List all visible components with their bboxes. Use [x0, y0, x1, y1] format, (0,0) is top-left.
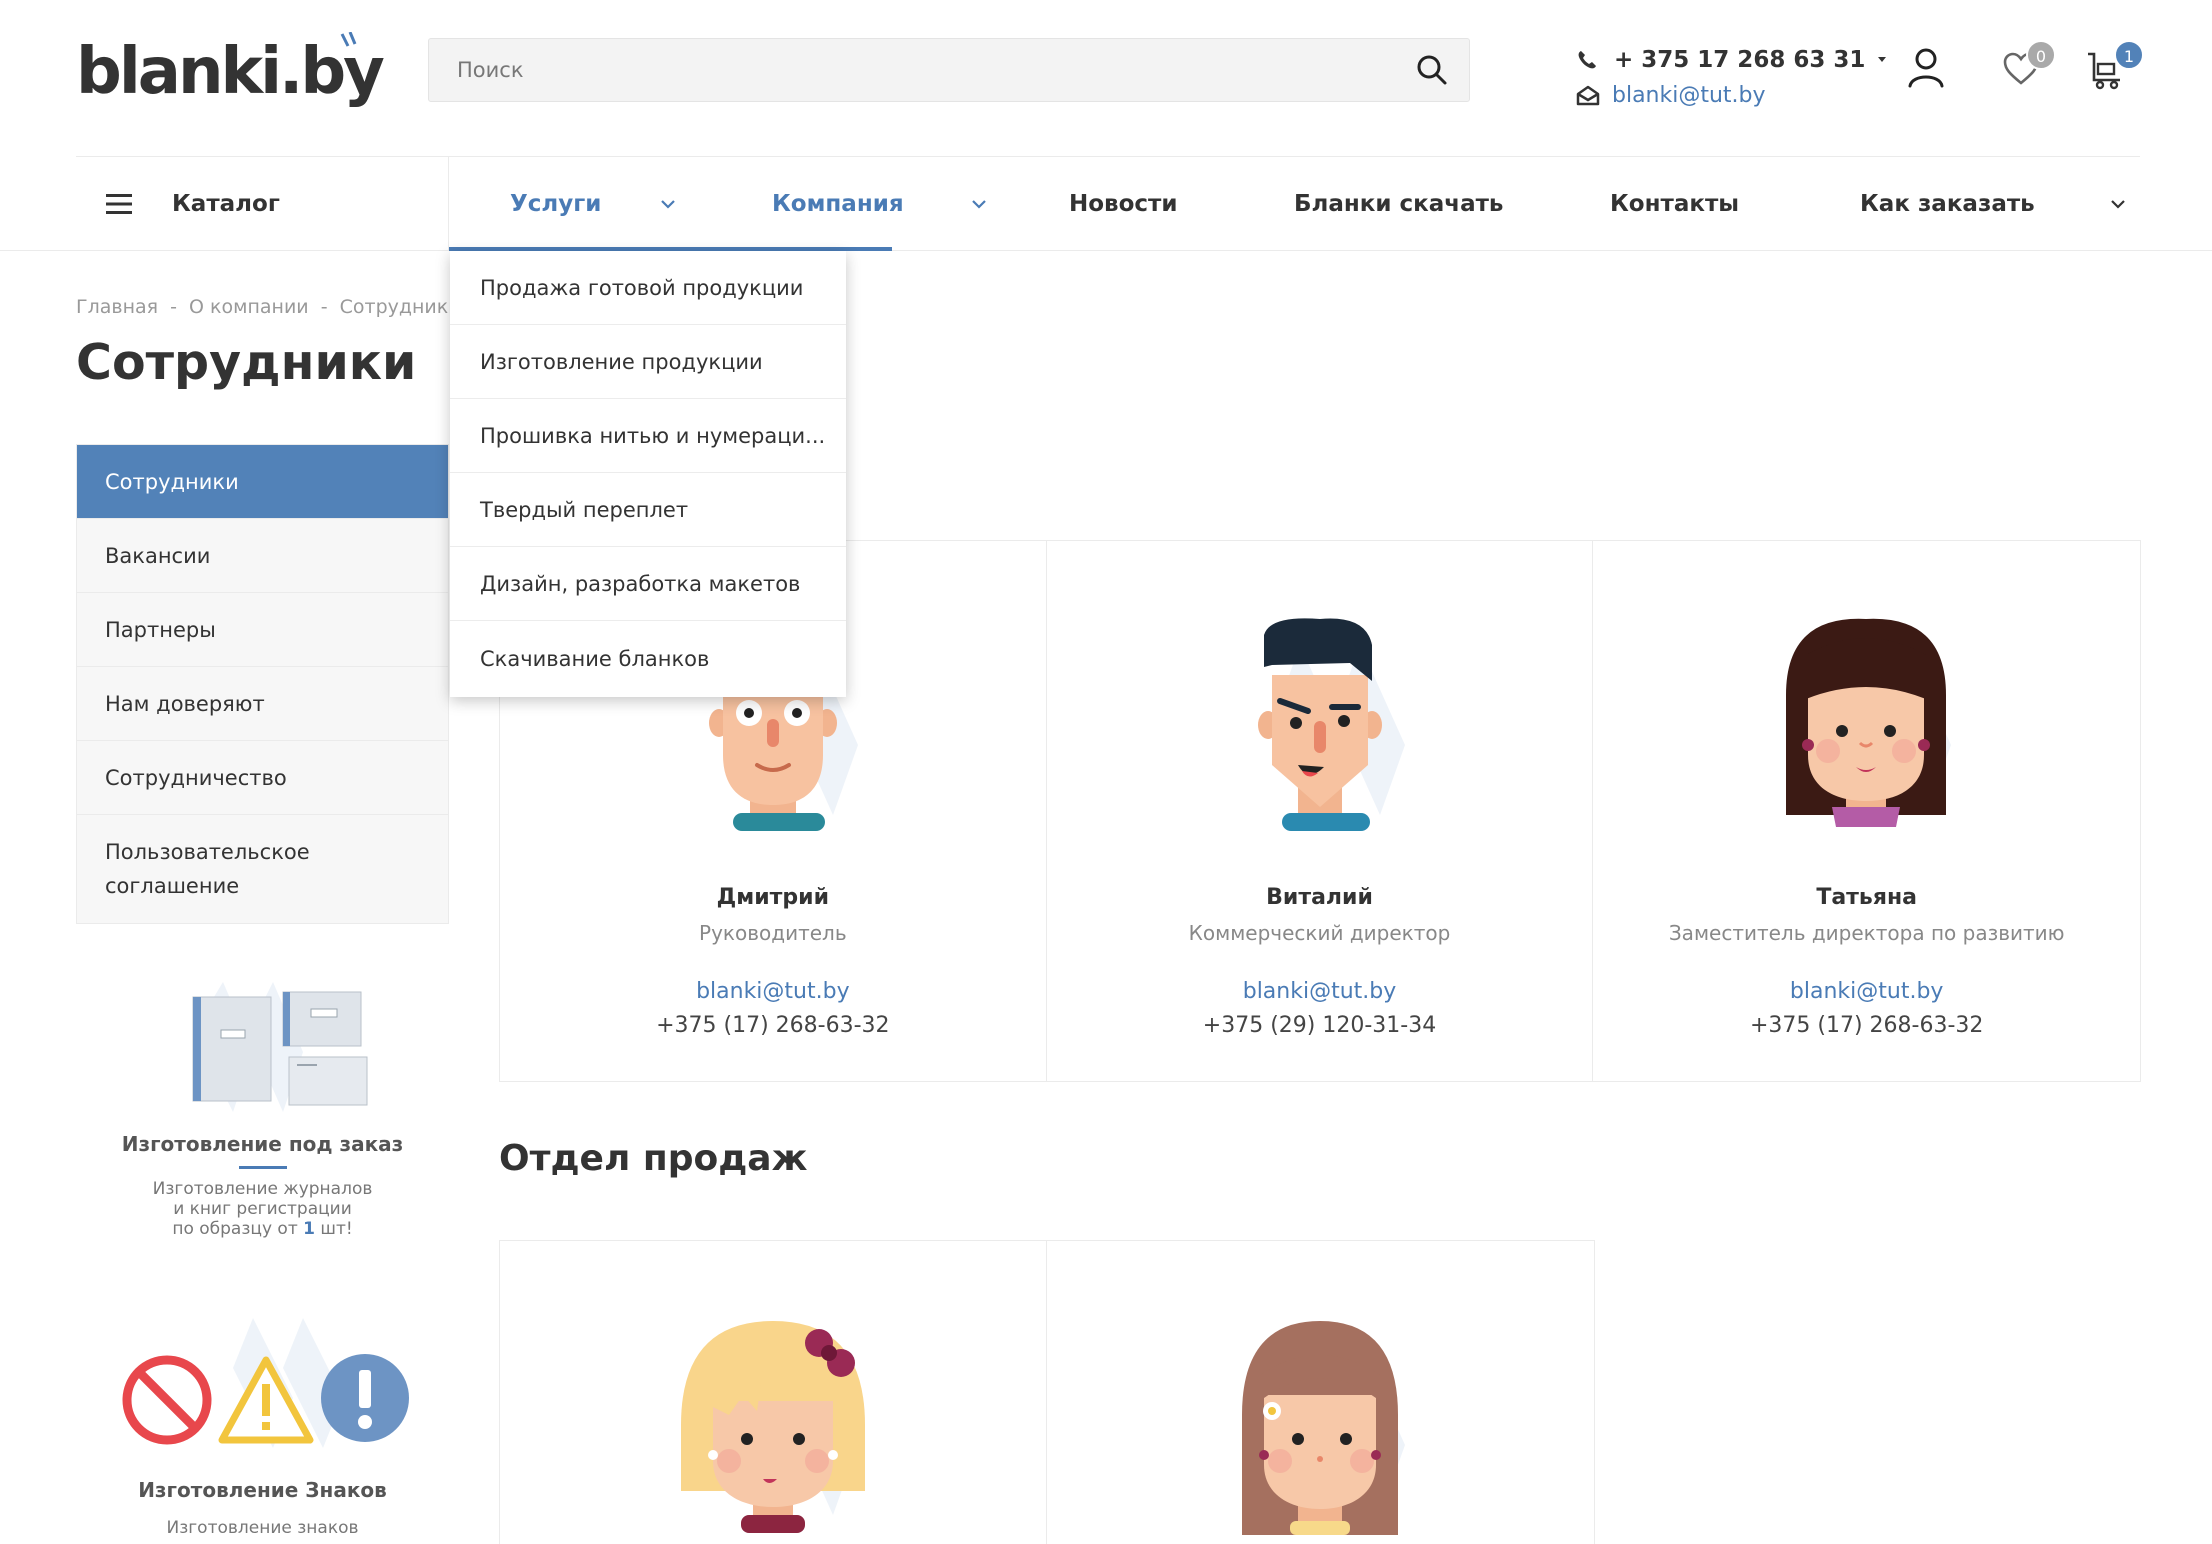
page-title: Сотрудники: [76, 334, 417, 391]
logo[interactable]: blanki.by: [76, 32, 385, 109]
logo-text: blanki: [76, 35, 282, 109]
search-box: [428, 38, 1470, 102]
header-contacts: + 375 17 268 63 31 blanki@tut.by: [1576, 42, 1887, 112]
employee-name: Татьяна: [1816, 885, 1918, 910]
employee-phone[interactable]: +375 (17) 268-63-32: [500, 1013, 1046, 1038]
breadcrumb-separator: -: [170, 296, 177, 318]
promo-line-3a: по образцу от: [172, 1219, 298, 1239]
side-item-agreement[interactable]: Пользовательское соглашение: [77, 815, 448, 923]
nav-howto[interactable]: Как заказать: [1860, 157, 2125, 251]
promo-signs[interactable]: Изготовление Знаков Изготовление знаков: [76, 1318, 449, 1538]
dropdown-item[interactable]: Изготовление продукции: [450, 325, 846, 399]
nav-services-label: Услуги: [510, 191, 602, 217]
promo-line-3b: 1: [303, 1219, 315, 1239]
breadcrumb: Главная - О компании - Сотрудники: [76, 296, 461, 318]
header-phone[interactable]: + 375 17 268 63 31: [1614, 47, 1865, 73]
nav-news[interactable]: Новости: [1069, 157, 1178, 251]
nav-company[interactable]: Компания: [772, 157, 986, 251]
burger-icon: [106, 194, 132, 214]
promo-title: Изготовление Знаков: [138, 1478, 387, 1502]
logo-mark-icon: [340, 32, 357, 47]
side-item-trust[interactable]: Нам доверяют: [77, 667, 448, 741]
mail-icon: [1576, 85, 1600, 106]
promo-underline: [238, 1166, 287, 1169]
employee-card: [500, 1241, 1047, 1544]
promo-subtitle: Изготовление журналов и книг регистрации…: [76, 1179, 449, 1239]
services-dropdown: Продажа готовой продукции Изготовление п…: [450, 251, 846, 697]
promo-subtitle: Изготовление знаков: [166, 1518, 359, 1538]
promo-line-1: Изготовление журналов: [152, 1179, 373, 1199]
signs-illustration: [122, 1318, 409, 1448]
journals-illustration: [192, 982, 367, 1112]
avatar: [1257, 618, 1405, 831]
employee-email[interactable]: blanki@tut.by: [1593, 979, 2140, 1004]
nav-catalog-label: Каталог: [172, 191, 280, 217]
dropdown-item[interactable]: Дизайн, разработка макетов: [450, 547, 846, 621]
employee-name: Дмитрий: [716, 885, 829, 910]
promo-title: Изготовление под заказ: [121, 1132, 404, 1156]
cart[interactable]: 1: [2086, 40, 2150, 96]
chevron-down-icon: [971, 199, 986, 209]
logo-domain: .by: [279, 35, 385, 109]
sales-grid: [499, 1240, 1595, 1544]
side-item-vacancies[interactable]: Вакансии: [77, 519, 448, 593]
employee-card: Виталий Коммерческий директор blanki@tut…: [1047, 541, 1594, 1081]
dropdown-item[interactable]: Скачивание бланков: [450, 621, 846, 697]
nav-contacts[interactable]: Контакты: [1610, 157, 1739, 251]
employee-role: Коммерческий директор: [1188, 921, 1451, 945]
breadcrumb-current: Сотрудники: [339, 296, 461, 318]
chevron-down-icon: [2110, 199, 2125, 209]
chevron-down-icon: [661, 199, 676, 209]
nav-download-label: Бланки скачать: [1294, 191, 1504, 217]
breadcrumb-home[interactable]: Главная: [76, 296, 158, 318]
section-title-sales: Отдел продаж: [499, 1138, 808, 1179]
user-icon[interactable]: [1904, 44, 1948, 90]
nav-news-label: Новости: [1069, 191, 1178, 217]
breadcrumb-about[interactable]: О компании: [189, 296, 309, 318]
search-icon[interactable]: [1415, 53, 1449, 87]
employee-email[interactable]: blanki@tut.by: [1047, 979, 1593, 1004]
promo-line-3c: шт!: [320, 1219, 353, 1239]
chevron-down-icon[interactable]: [1877, 56, 1887, 64]
employee-name: Виталий: [1266, 885, 1373, 910]
nav-company-label: Компания: [772, 191, 904, 217]
dropdown-item[interactable]: Твердый переплет: [450, 473, 846, 547]
dropdown-item[interactable]: Продажа готовой продукции: [450, 251, 846, 325]
nav-download[interactable]: Бланки скачать: [1294, 157, 1503, 251]
cart-count-badge: 1: [2114, 40, 2144, 70]
employee-phone[interactable]: +375 (29) 120-31-34: [1047, 1013, 1593, 1038]
side-item-agreement-label: Пользовательское соглашение: [105, 840, 310, 898]
avatar: [681, 1321, 865, 1533]
favorites[interactable]: 0: [2000, 40, 2060, 96]
employee-role: Руководитель: [699, 921, 847, 945]
promo-line-3: по образцу от 1 шт!: [76, 1219, 449, 1239]
promo-custom-orders[interactable]: Изготовление под заказ Изготовление журн…: [76, 972, 449, 1239]
employee-email[interactable]: blanki@tut.by: [500, 979, 1046, 1004]
site-header: blanki.by + 375 17 268 63 31 blanki@tut.…: [0, 0, 2212, 156]
nav-contacts-label: Контакты: [1610, 191, 1740, 217]
nav-services[interactable]: Услуги: [510, 157, 676, 251]
main-nav: Каталог Услуги Компания Новости Бланки с…: [0, 157, 2212, 251]
dropdown-item[interactable]: Прошивка нитью и нумераци...: [450, 399, 846, 473]
promo-line-2: и книг регистрации: [173, 1199, 352, 1219]
employee-card: Татьяна Заместитель директора по развити…: [1593, 541, 2140, 1081]
side-item-cooperation[interactable]: Сотрудничество: [77, 741, 448, 815]
favorites-count-badge: 0: [2026, 40, 2056, 70]
search-input[interactable]: [429, 39, 1369, 101]
side-menu: Сотрудники Вакансии Партнеры Нам доверяю…: [76, 444, 449, 924]
avatar: [1786, 618, 1952, 827]
phone-icon: [1578, 51, 1596, 69]
side-item-partners[interactable]: Партнеры: [77, 593, 448, 667]
side-item-employees[interactable]: Сотрудники: [77, 445, 448, 519]
employee-card: [1047, 1241, 1594, 1544]
nav-howto-label: Как заказать: [1860, 191, 2035, 217]
breadcrumb-separator: -: [320, 296, 328, 318]
nav-catalog[interactable]: Каталог: [76, 157, 449, 251]
header-email[interactable]: blanki@tut.by: [1612, 83, 1766, 108]
employee-phone[interactable]: +375 (17) 268-63-32: [1593, 1013, 2140, 1038]
avatar: [1242, 1321, 1405, 1535]
employee-role: Заместитель директора по развитию: [1668, 921, 2065, 945]
